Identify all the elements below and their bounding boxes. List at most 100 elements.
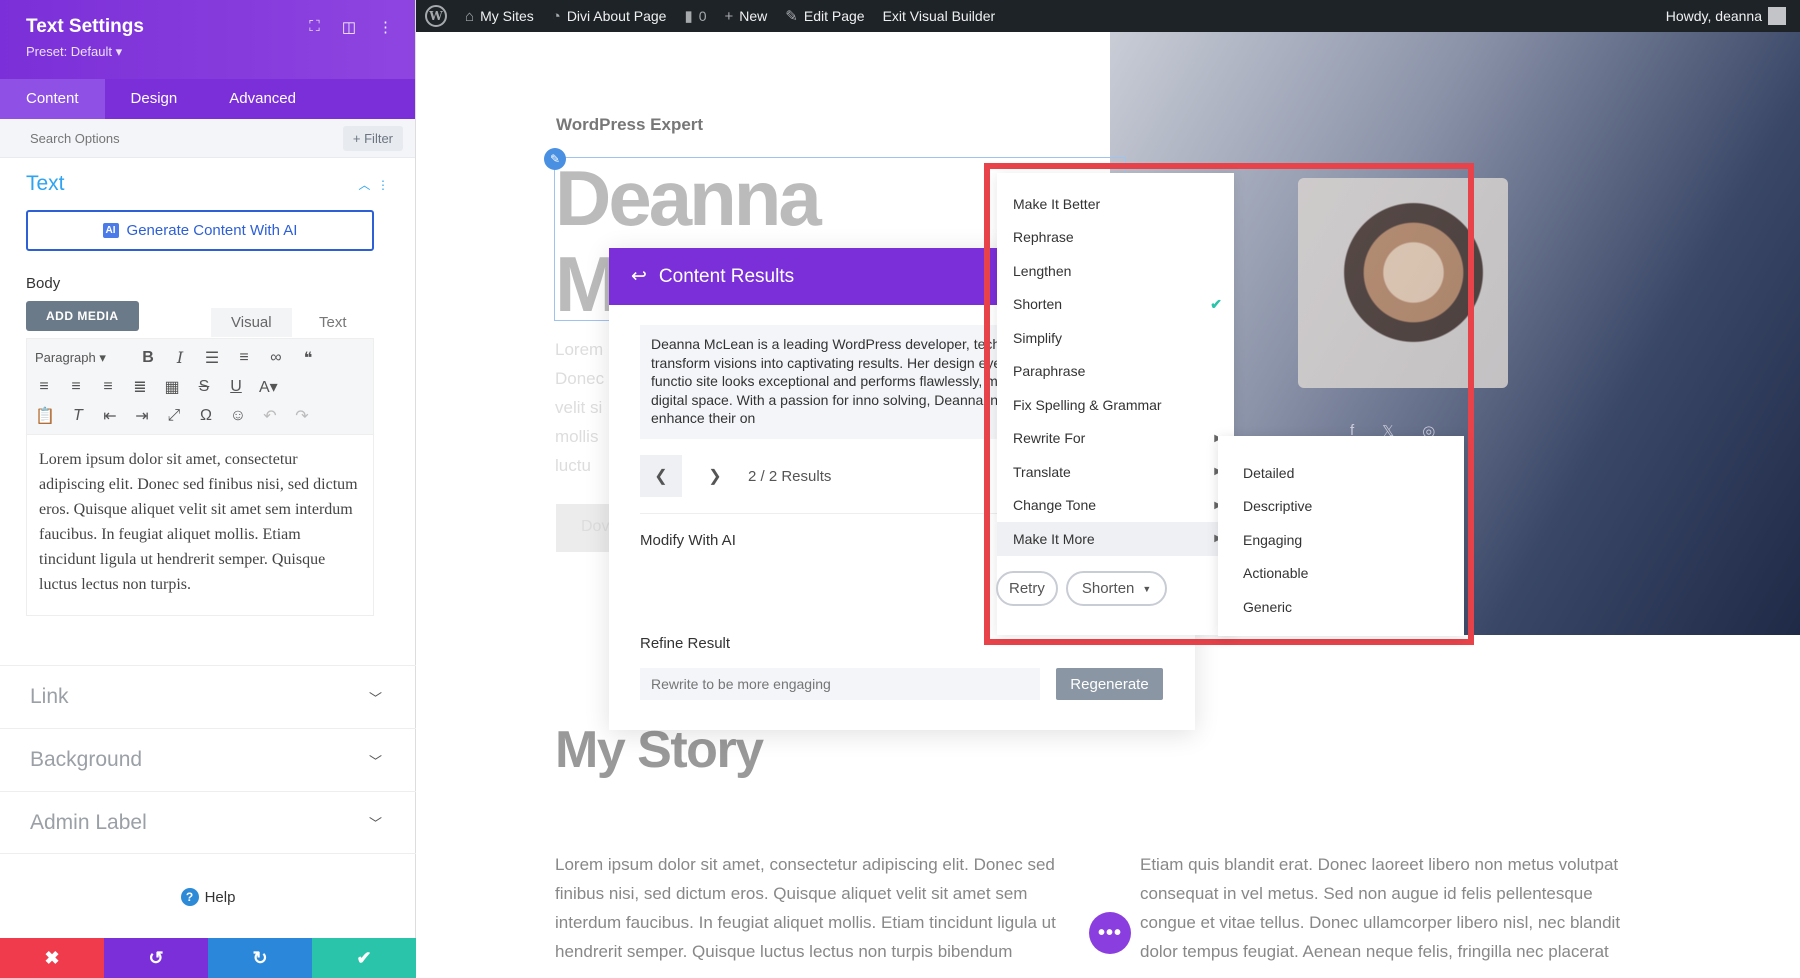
story-text-left[interactable]: Lorem ipsum dolor sit amet, consectetur … bbox=[555, 850, 1075, 966]
clear-formatting-icon[interactable]: T bbox=[69, 407, 87, 425]
menu-item-paraphrase[interactable]: Paraphrase bbox=[997, 355, 1234, 389]
exit-visual-builder-link[interactable]: Exit Visual Builder bbox=[874, 0, 1005, 32]
add-media-button[interactable]: ADD MEDIA bbox=[26, 301, 139, 331]
chevron-up-icon[interactable]: ︿ bbox=[358, 178, 370, 192]
edit-module-icon[interactable]: ✎ bbox=[544, 148, 566, 170]
story-text-right[interactable]: Etiam quis blandit erat. Donec laoreet l… bbox=[1140, 850, 1650, 966]
tab-advanced[interactable]: Advanced bbox=[203, 79, 322, 119]
undo-icon[interactable]: ↶ bbox=[261, 406, 279, 426]
accordion-link[interactable]: Link﹀ bbox=[0, 665, 416, 728]
submenu-item-descriptive[interactable]: Descriptive bbox=[1218, 490, 1464, 524]
editor-tab-text[interactable]: Text bbox=[303, 308, 363, 337]
preset-selector[interactable]: Preset: Default ▾ bbox=[26, 44, 389, 60]
avatar bbox=[1768, 7, 1786, 25]
menu-item-shorten[interactable]: Shorten✔ bbox=[997, 288, 1234, 322]
discard-button[interactable]: ✖ bbox=[0, 938, 104, 978]
hero-dimmed-text: Lorem Donec velit si mollis luctu bbox=[555, 335, 604, 480]
format-select[interactable]: Paragraph ▾ bbox=[35, 350, 125, 366]
previous-result-button[interactable]: ❮ bbox=[640, 455, 682, 497]
menu-item-make-it-better[interactable]: Make It Better bbox=[997, 187, 1234, 221]
wordpress-logo-menu[interactable]: W bbox=[416, 0, 456, 32]
text-section-header[interactable]: Text ︿ ⋮ bbox=[26, 158, 389, 210]
shorten-dropdown[interactable]: Shorten▼ bbox=[1066, 571, 1167, 606]
menu-item-make-it-more[interactable]: Make It More▶ bbox=[997, 522, 1234, 556]
italic-icon[interactable]: I bbox=[171, 348, 189, 367]
accordion-background[interactable]: Background﹀ bbox=[0, 728, 416, 791]
more-options-icon[interactable]: ⋮ bbox=[378, 18, 393, 36]
chevron-left-icon: ❮ bbox=[654, 466, 667, 486]
menu-item-rewrite-for[interactable]: Rewrite For▶ bbox=[997, 422, 1234, 456]
submenu-item-detailed[interactable]: Detailed bbox=[1218, 456, 1464, 490]
wordpress-icon: W bbox=[425, 5, 447, 27]
table-icon[interactable]: ▦ bbox=[163, 377, 181, 397]
hero-eyebrow[interactable]: WordPress Expert bbox=[556, 115, 703, 135]
fullscreen-icon[interactable]: ⤢ bbox=[165, 407, 183, 425]
align-left-icon[interactable]: ≡ bbox=[35, 378, 53, 396]
back-arrow-icon[interactable]: ↩ bbox=[631, 265, 647, 288]
modify-ai-menu: Make It Better Rephrase Lengthen Shorten… bbox=[997, 173, 1234, 635]
dashboard-icon: ◔ bbox=[552, 8, 561, 25]
refine-result-input[interactable] bbox=[640, 668, 1040, 700]
special-character-icon[interactable]: Ω bbox=[197, 407, 215, 425]
new-content-menu[interactable]: + New bbox=[716, 0, 777, 32]
edit-page-label: Edit Page bbox=[804, 8, 865, 24]
align-right-icon[interactable]: ≡ bbox=[99, 378, 117, 396]
editor-tab-visual[interactable]: Visual bbox=[211, 308, 292, 337]
strikethrough-icon[interactable]: S bbox=[195, 378, 213, 396]
menu-item-lengthen[interactable]: Lengthen bbox=[997, 254, 1234, 288]
comments-menu[interactable]: ▮0 bbox=[675, 0, 715, 32]
site-name-menu[interactable]: ◔Divi About Page bbox=[543, 0, 676, 32]
menu-item-rephrase[interactable]: Rephrase bbox=[997, 221, 1234, 255]
menu-item-change-tone[interactable]: Change Tone▶ bbox=[997, 489, 1234, 523]
menu-item-simplify[interactable]: Simplify bbox=[997, 321, 1234, 355]
my-sites-menu[interactable]: ⌂My Sites bbox=[456, 0, 543, 32]
hero-download-button[interactable]: Dov bbox=[556, 504, 616, 552]
link-icon[interactable]: ∞ bbox=[267, 349, 285, 367]
retry-button[interactable]: Retry bbox=[996, 571, 1058, 606]
format-select-value: Paragraph bbox=[35, 350, 96, 365]
help-icon: ? bbox=[181, 888, 199, 906]
paste-icon[interactable]: 📋 bbox=[35, 406, 55, 426]
split-view-icon[interactable]: ◫ bbox=[342, 18, 356, 36]
plus-icon: + bbox=[725, 8, 734, 25]
accordion-admin-label[interactable]: Admin Label﹀ bbox=[0, 791, 416, 854]
tab-content[interactable]: Content bbox=[0, 79, 105, 119]
filter-button[interactable]: + Filter bbox=[343, 126, 403, 151]
submenu-item-engaging[interactable]: Engaging bbox=[1218, 523, 1464, 557]
section-more-icon[interactable]: ⋮ bbox=[377, 178, 389, 192]
menu-item-fix-spelling[interactable]: Fix Spelling & Grammar bbox=[997, 388, 1234, 422]
redo-icon[interactable]: ↷ bbox=[293, 406, 311, 426]
expand-icon[interactable]: ⛶ bbox=[309, 18, 320, 36]
emoji-icon[interactable]: ☺ bbox=[229, 407, 247, 425]
blockquote-icon[interactable]: ❝ bbox=[299, 348, 317, 368]
generate-content-ai-button[interactable]: AI Generate Content With AI bbox=[26, 210, 374, 251]
submenu-item-generic[interactable]: Generic bbox=[1218, 590, 1464, 624]
save-button[interactable]: ✔ bbox=[312, 938, 416, 978]
settings-panel: Text Settings Preset: Default ▾ ⛶ ◫ ⋮ Co… bbox=[0, 0, 416, 978]
new-label: New bbox=[739, 8, 767, 24]
bold-icon[interactable]: B bbox=[139, 349, 157, 367]
help-link[interactable]: ? Help bbox=[0, 888, 416, 906]
account-menu[interactable]: Howdy, deanna bbox=[1657, 0, 1800, 32]
underline-icon[interactable]: U bbox=[227, 378, 245, 396]
bullet-list-icon[interactable]: ☰ bbox=[203, 348, 221, 368]
panel-tabs: Content Design Advanced bbox=[0, 79, 415, 119]
checkmark-icon: ✔ bbox=[356, 948, 371, 969]
text-color-icon[interactable]: A▾ bbox=[259, 377, 278, 397]
regenerate-button[interactable]: Regenerate bbox=[1056, 668, 1163, 700]
tab-design[interactable]: Design bbox=[105, 79, 204, 119]
justify-icon[interactable]: ≣ bbox=[131, 377, 149, 397]
search-options-input[interactable] bbox=[30, 131, 280, 146]
body-editor[interactable]: Lorem ipsum dolor sit amet, consectetur … bbox=[26, 435, 374, 616]
undo-button[interactable]: ↺ bbox=[104, 938, 208, 978]
align-center-icon[interactable]: ≡ bbox=[67, 378, 85, 396]
redo-button[interactable]: ↻ bbox=[208, 938, 312, 978]
builder-menu-button[interactable]: ••• bbox=[1089, 912, 1131, 954]
edit-page-link[interactable]: ✎Edit Page bbox=[776, 0, 873, 32]
menu-item-translate[interactable]: Translate▶ bbox=[997, 455, 1234, 489]
indent-icon[interactable]: ⇥ bbox=[133, 406, 151, 426]
outdent-icon[interactable]: ⇤ bbox=[101, 406, 119, 426]
submenu-item-actionable[interactable]: Actionable bbox=[1218, 557, 1464, 591]
next-result-button[interactable]: ❯ bbox=[694, 455, 736, 497]
numbered-list-icon[interactable]: ≡ bbox=[235, 349, 253, 367]
